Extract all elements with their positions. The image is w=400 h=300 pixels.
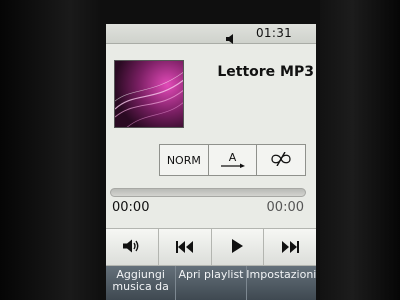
album-art — [114, 60, 184, 128]
next-button[interactable] — [264, 229, 316, 265]
elapsed-time: 00:00 — [112, 200, 150, 215]
add-music-softkey[interactable]: Aggiungi musica da — [106, 266, 177, 300]
total-time: 00:00 — [266, 200, 304, 215]
phone-bezel-left — [0, 0, 100, 300]
playback-mode-group: NORM A — [159, 144, 306, 176]
clock: 01:31 — [256, 26, 293, 40]
speaker-icon — [226, 29, 236, 44]
repeat-button-label: A — [228, 151, 237, 164]
repeat-one-icon: A — [220, 151, 245, 168]
softkey-bar: Aggiungi musica da Apri playlist Imposta… — [106, 266, 316, 300]
progress-bar[interactable] — [110, 188, 306, 197]
repeat-button[interactable]: A — [209, 145, 258, 175]
play-button[interactable] — [212, 229, 265, 265]
next-icon — [281, 238, 300, 257]
shuffle-off-icon — [269, 151, 293, 169]
phone-device: 01:31 Lettore MP3 NORM A 00:00 00:00 Agg… — [0, 0, 400, 300]
play-icon — [231, 238, 244, 257]
settings-softkey[interactable]: Impostazioni — [247, 266, 316, 300]
phone-screen: 01:31 Lettore MP3 NORM A 00:00 00:00 Agg… — [106, 24, 316, 300]
status-bar: 01:31 — [106, 24, 316, 44]
playback-controls — [106, 228, 316, 266]
player-title: Lettore MP3 — [217, 64, 314, 80]
shuffle-button[interactable] — [257, 145, 305, 175]
volume-button[interactable] — [106, 229, 159, 265]
previous-button[interactable] — [159, 229, 212, 265]
volume-icon — [122, 238, 141, 257]
open-playlist-softkey[interactable]: Apri playlist — [176, 266, 247, 300]
phone-bezel-right — [320, 0, 400, 300]
previous-icon — [175, 238, 194, 257]
equalizer-button[interactable]: NORM — [160, 145, 209, 175]
